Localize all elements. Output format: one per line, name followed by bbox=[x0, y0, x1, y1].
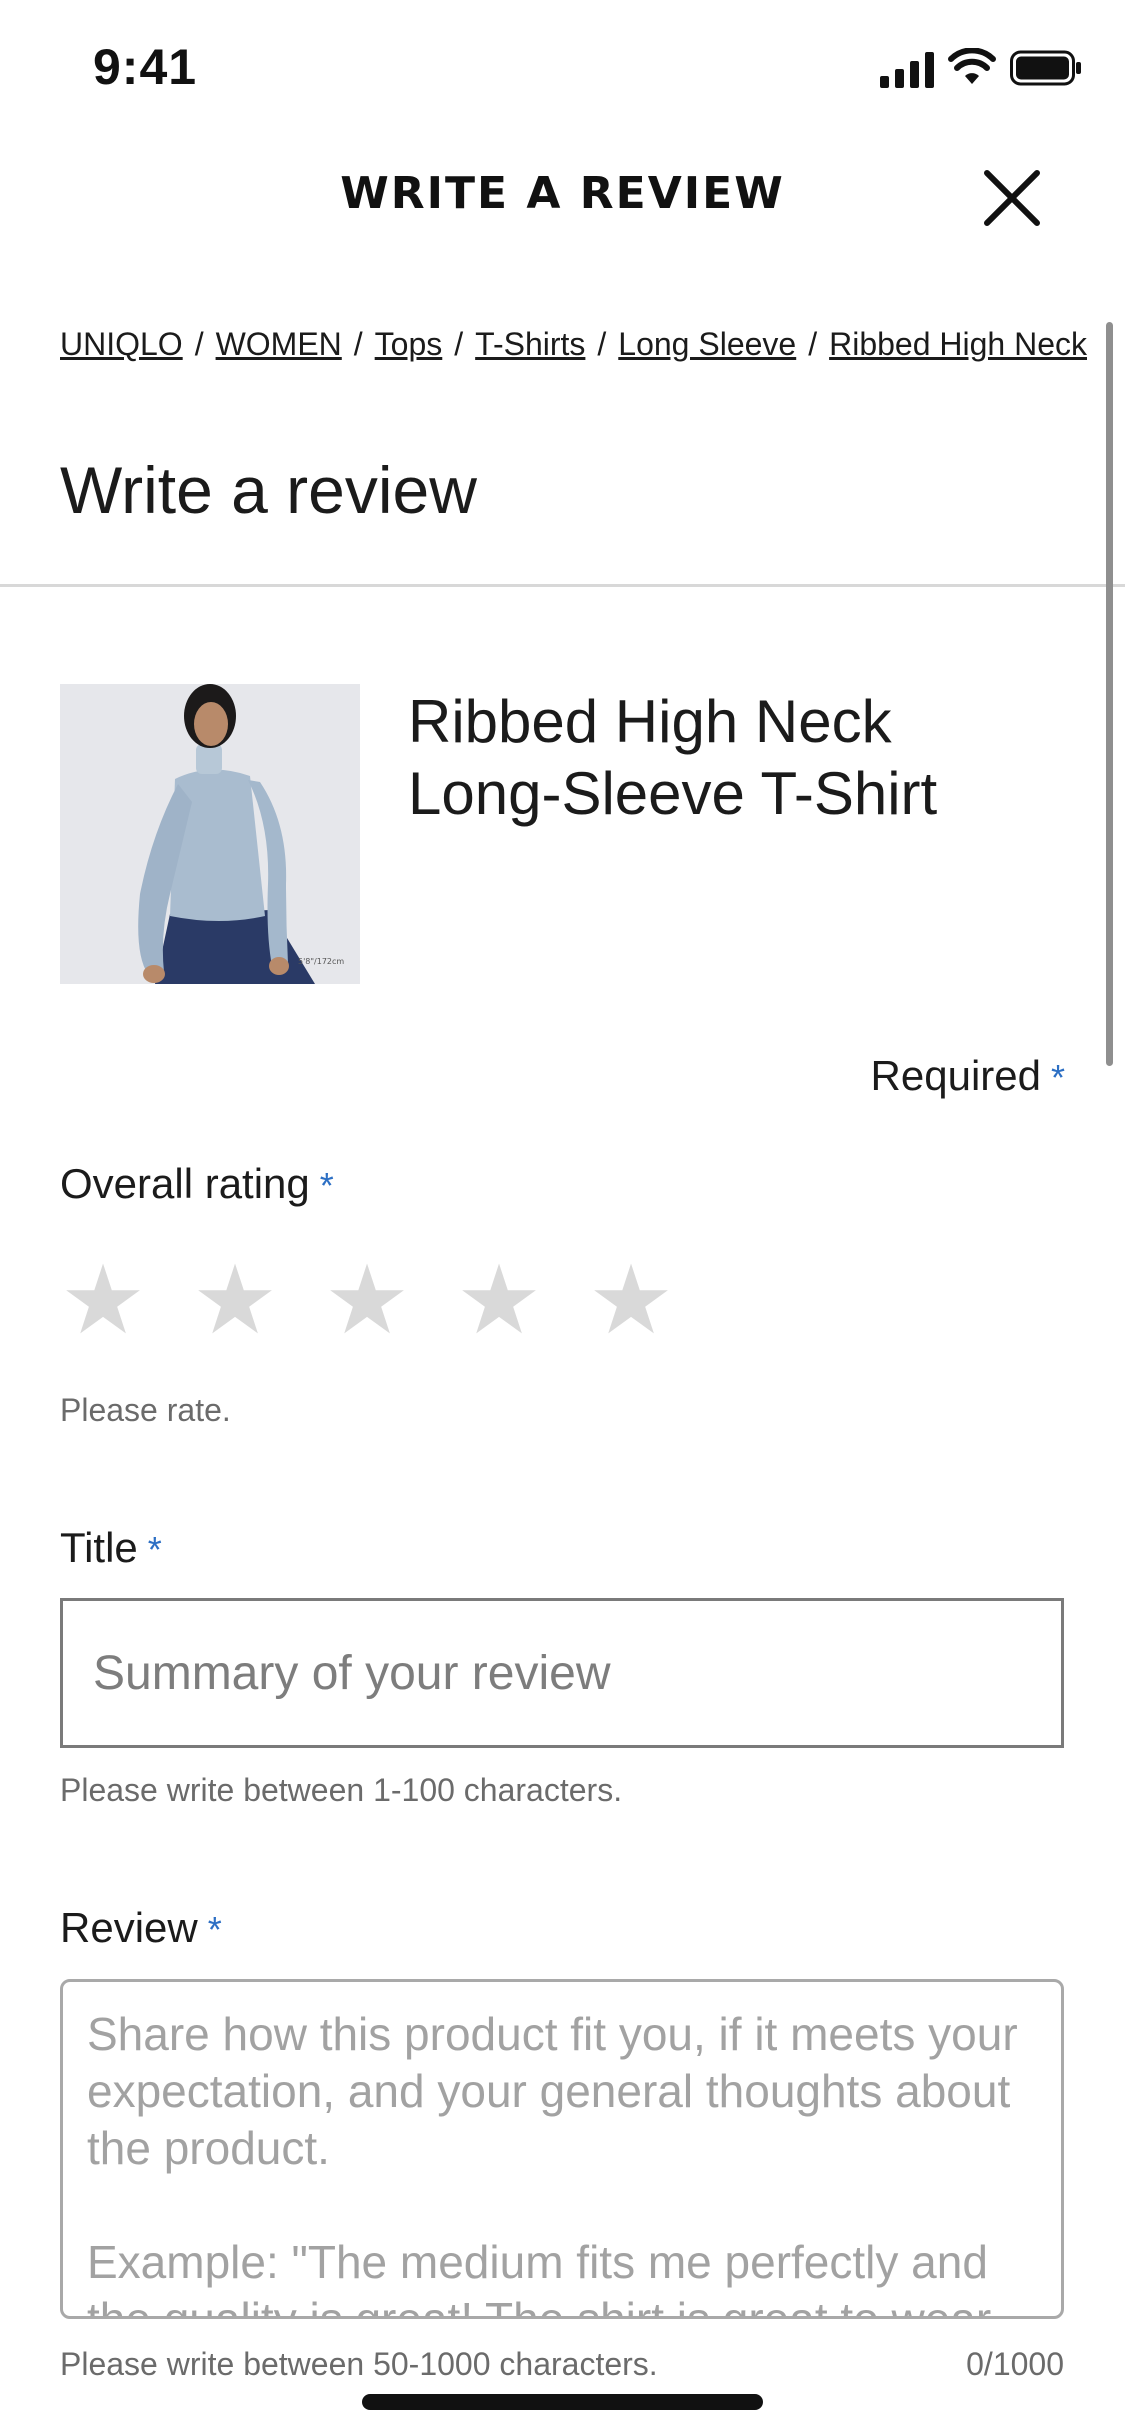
header-title: WRITE A REVIEW bbox=[340, 168, 785, 219]
rating-label: Overall rating * bbox=[60, 1160, 334, 1208]
breadcrumb-separator: / bbox=[454, 326, 464, 362]
rating-label-text: Overall rating bbox=[60, 1160, 310, 1207]
title-helper: Please write between 1-100 characters. bbox=[60, 1772, 623, 1808]
breadcrumb-link-tops[interactable]: Tops bbox=[375, 326, 443, 362]
breadcrumb-separator: / bbox=[808, 326, 818, 362]
review-character-count: 0/1000 bbox=[966, 2346, 1064, 2382]
breadcrumb: UNIQLO / WOMEN / Tops / T-Shirts / Long Sleeve / R… bbox=[60, 326, 1125, 376]
star-icon-4[interactable]: ★ bbox=[456, 1253, 588, 1349]
cellular-signal-icon bbox=[880, 52, 934, 88]
required-label: Required bbox=[870, 1052, 1041, 1099]
close-icon[interactable] bbox=[982, 168, 1042, 228]
star-icon-1[interactable]: ★ bbox=[60, 1253, 192, 1349]
battery-icon bbox=[1010, 50, 1081, 86]
breadcrumb-separator: / bbox=[597, 326, 607, 362]
breadcrumb-link-t-shirts[interactable]: T-Shirts bbox=[475, 326, 585, 362]
divider bbox=[0, 584, 1125, 587]
status-bar: 9:41 bbox=[0, 0, 1125, 140]
required-asterisk: * bbox=[1050, 1057, 1065, 1098]
status-time: 9:41 bbox=[93, 39, 198, 95]
title-required-asterisk: * bbox=[147, 1529, 162, 1570]
title-label: Title * bbox=[60, 1524, 162, 1572]
title-label-text: Title bbox=[60, 1524, 138, 1571]
required-note: Required * bbox=[871, 1052, 1065, 1100]
breadcrumb-link-women[interactable]: WOMEN bbox=[216, 326, 342, 362]
product-name: Ribbed High Neck Long-Sleeve T-Shirt bbox=[408, 688, 938, 827]
breadcrumb-separator: / bbox=[194, 326, 204, 362]
rating-stars: ★ ★ ★ ★ ★ bbox=[60, 1253, 720, 1349]
home-indicator[interactable] bbox=[362, 2394, 763, 2410]
star-icon-3[interactable]: ★ bbox=[324, 1253, 456, 1349]
review-textarea[interactable] bbox=[60, 1979, 1064, 2319]
review-label: Review * bbox=[60, 1904, 222, 1952]
review-label-text: Review bbox=[60, 1904, 198, 1951]
rating-helper: Please rate. bbox=[60, 1392, 231, 1428]
page-title: Write a review bbox=[60, 453, 477, 527]
wifi-icon bbox=[948, 48, 996, 84]
star-icon-5[interactable]: ★ bbox=[588, 1253, 720, 1349]
scrollbar-thumb[interactable] bbox=[1106, 322, 1113, 1066]
breadcrumb-separator: / bbox=[353, 326, 363, 362]
breadcrumb-link-uniqlo[interactable]: UNIQLO bbox=[60, 326, 183, 362]
product-image-caption: 5'8"/172cm bbox=[298, 957, 344, 966]
write-review-screen: 9:41 WRITE A REVIEW UNIQLO / WOMEN / Tops / T-… bbox=[0, 0, 1125, 2436]
product-photo-illustration: 5'8"/172cm bbox=[60, 684, 360, 984]
review-helper: Please write between 50-1000 characters. bbox=[60, 2346, 658, 2382]
title-input[interactable] bbox=[60, 1598, 1064, 1748]
breadcrumb-link-ribbed-high-neck[interactable]: Ribbed High Neck bbox=[829, 326, 1087, 362]
star-icon-2[interactable]: ★ bbox=[192, 1253, 324, 1349]
review-required-asterisk: * bbox=[207, 1909, 222, 1950]
breadcrumb-link-long-sleeve[interactable]: Long Sleeve bbox=[618, 326, 796, 362]
product-image: 5'8"/172cm bbox=[60, 684, 360, 984]
rating-required-asterisk: * bbox=[319, 1165, 334, 1206]
